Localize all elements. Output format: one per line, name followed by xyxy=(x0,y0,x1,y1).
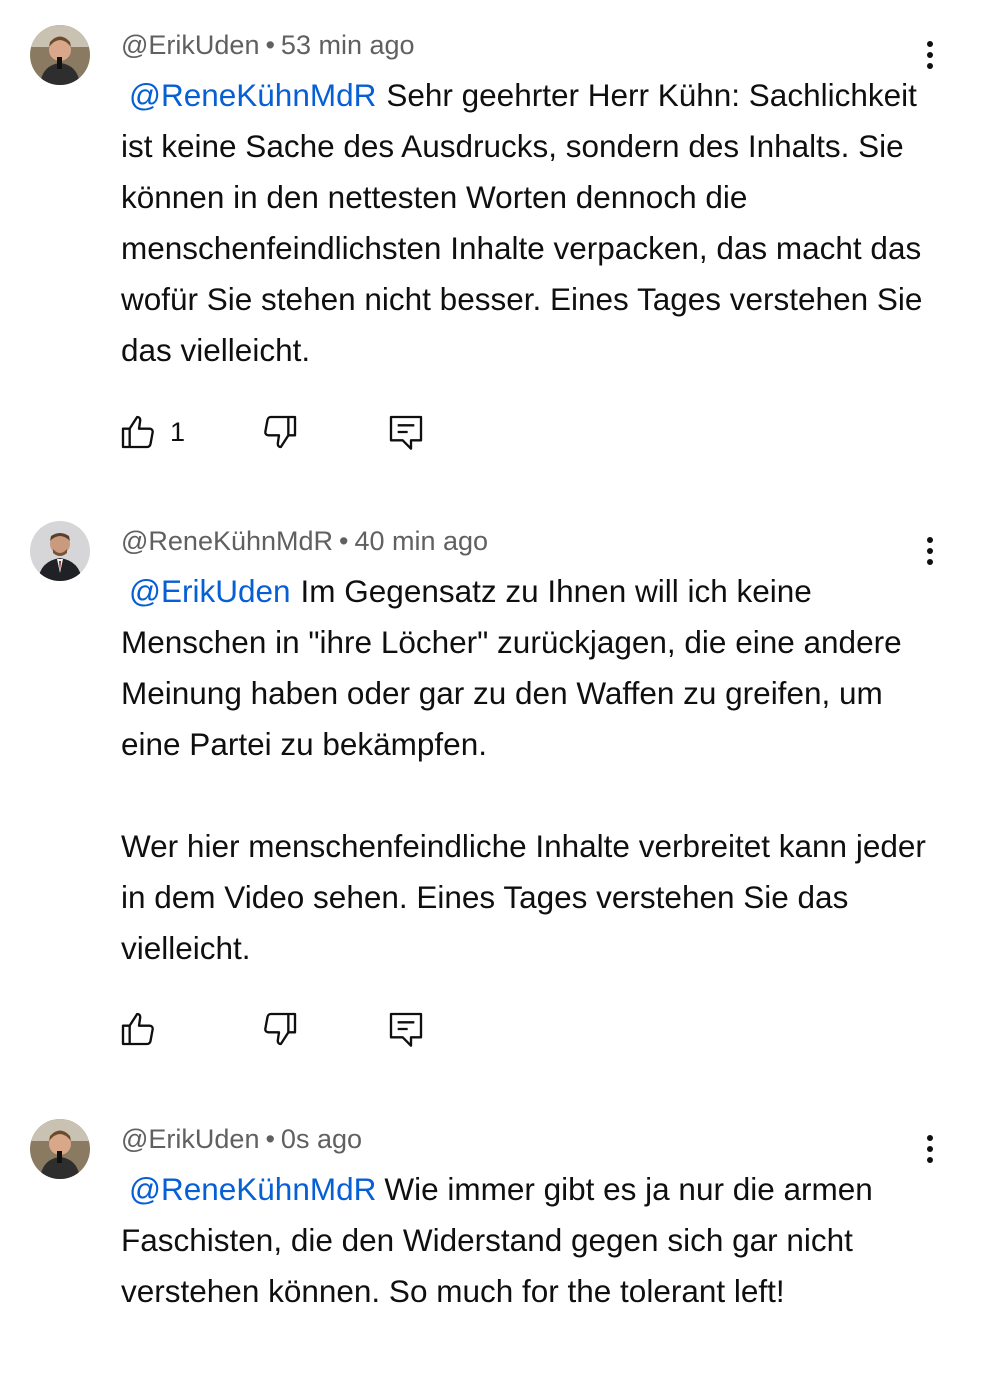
comment-text: @ReneKühnMdR Wie immer gibt es ja nur die… xyxy=(121,1164,941,1317)
more-vert-icon xyxy=(927,1135,933,1141)
dislike-button[interactable] xyxy=(260,410,300,454)
reply-button[interactable] xyxy=(386,410,426,454)
more-vert-icon xyxy=(927,41,933,47)
comment-paragraph: @ErikUden Im Gegensatz zu Ihnen will ich … xyxy=(121,566,941,770)
avatar[interactable] xyxy=(30,25,90,85)
mention-link[interactable]: @ReneKühnMdR xyxy=(121,77,386,113)
person-with-microphone-avatar xyxy=(30,1119,90,1179)
reply-button[interactable] xyxy=(386,1007,426,1051)
thumb-up-icon xyxy=(121,415,154,449)
meta-separator: • xyxy=(265,30,275,60)
person-with-microphone-avatar xyxy=(30,25,90,85)
reply-icon xyxy=(389,415,423,450)
man-in-suit-avatar xyxy=(30,521,90,581)
comment-paragraph: Wer hier menschenfeindliche Inhalte verb… xyxy=(121,821,941,974)
comment-paragraph: @ReneKühnMdR Sehr geehrter Herr Kühn: Sac… xyxy=(121,70,941,376)
thumb-down-icon xyxy=(264,1012,297,1046)
reply-icon xyxy=(389,1012,423,1047)
like-count: 1 xyxy=(170,416,186,447)
like-button[interactable]: 1 xyxy=(118,410,185,454)
comment-paragraph: @ReneKühnMdR Wie immer gibt es ja nur die… xyxy=(121,1164,941,1317)
mention-link[interactable]: @ReneKühnMdR xyxy=(121,1171,384,1207)
comment-meta: @ErikUden • 53 min ago xyxy=(121,30,415,61)
comment-text-main: Sehr geehrter Herr Kühn: Sachlichkeit is… xyxy=(121,77,923,368)
comment-meta: @ReneKühnMdR • 40 min ago xyxy=(121,526,488,557)
comment-time[interactable]: 0s ago xyxy=(281,1124,362,1154)
dislike-button[interactable] xyxy=(260,1007,300,1051)
meta-separator: • xyxy=(265,1124,275,1154)
more-vert-icon xyxy=(927,537,933,543)
mention-link[interactable]: @ErikUden xyxy=(121,573,301,609)
comment-text-second: Wer hier menschenfeindliche Inhalte verb… xyxy=(121,828,926,966)
comment-meta: @ErikUden • 0s ago xyxy=(121,1124,362,1155)
like-button[interactable] xyxy=(118,1007,170,1051)
meta-separator: • xyxy=(339,526,349,556)
comment-author[interactable]: @ErikUden xyxy=(121,30,259,60)
comment-time[interactable]: 40 min ago xyxy=(354,526,488,556)
comment-time[interactable]: 53 min ago xyxy=(281,30,415,60)
comment-text: @ErikUden Im Gegensatz zu Ihnen will ich … xyxy=(121,566,941,974)
thumb-down-icon xyxy=(264,415,297,449)
thumb-up-icon xyxy=(121,1012,154,1046)
avatar[interactable] xyxy=(30,521,90,581)
comment-text: @ReneKühnMdR Sehr geehrter Herr Kühn: Sac… xyxy=(121,70,941,376)
comment-author[interactable]: @ReneKühnMdR xyxy=(121,526,333,556)
avatar[interactable] xyxy=(30,1119,90,1179)
comment-author[interactable]: @ErikUden xyxy=(121,1124,259,1154)
